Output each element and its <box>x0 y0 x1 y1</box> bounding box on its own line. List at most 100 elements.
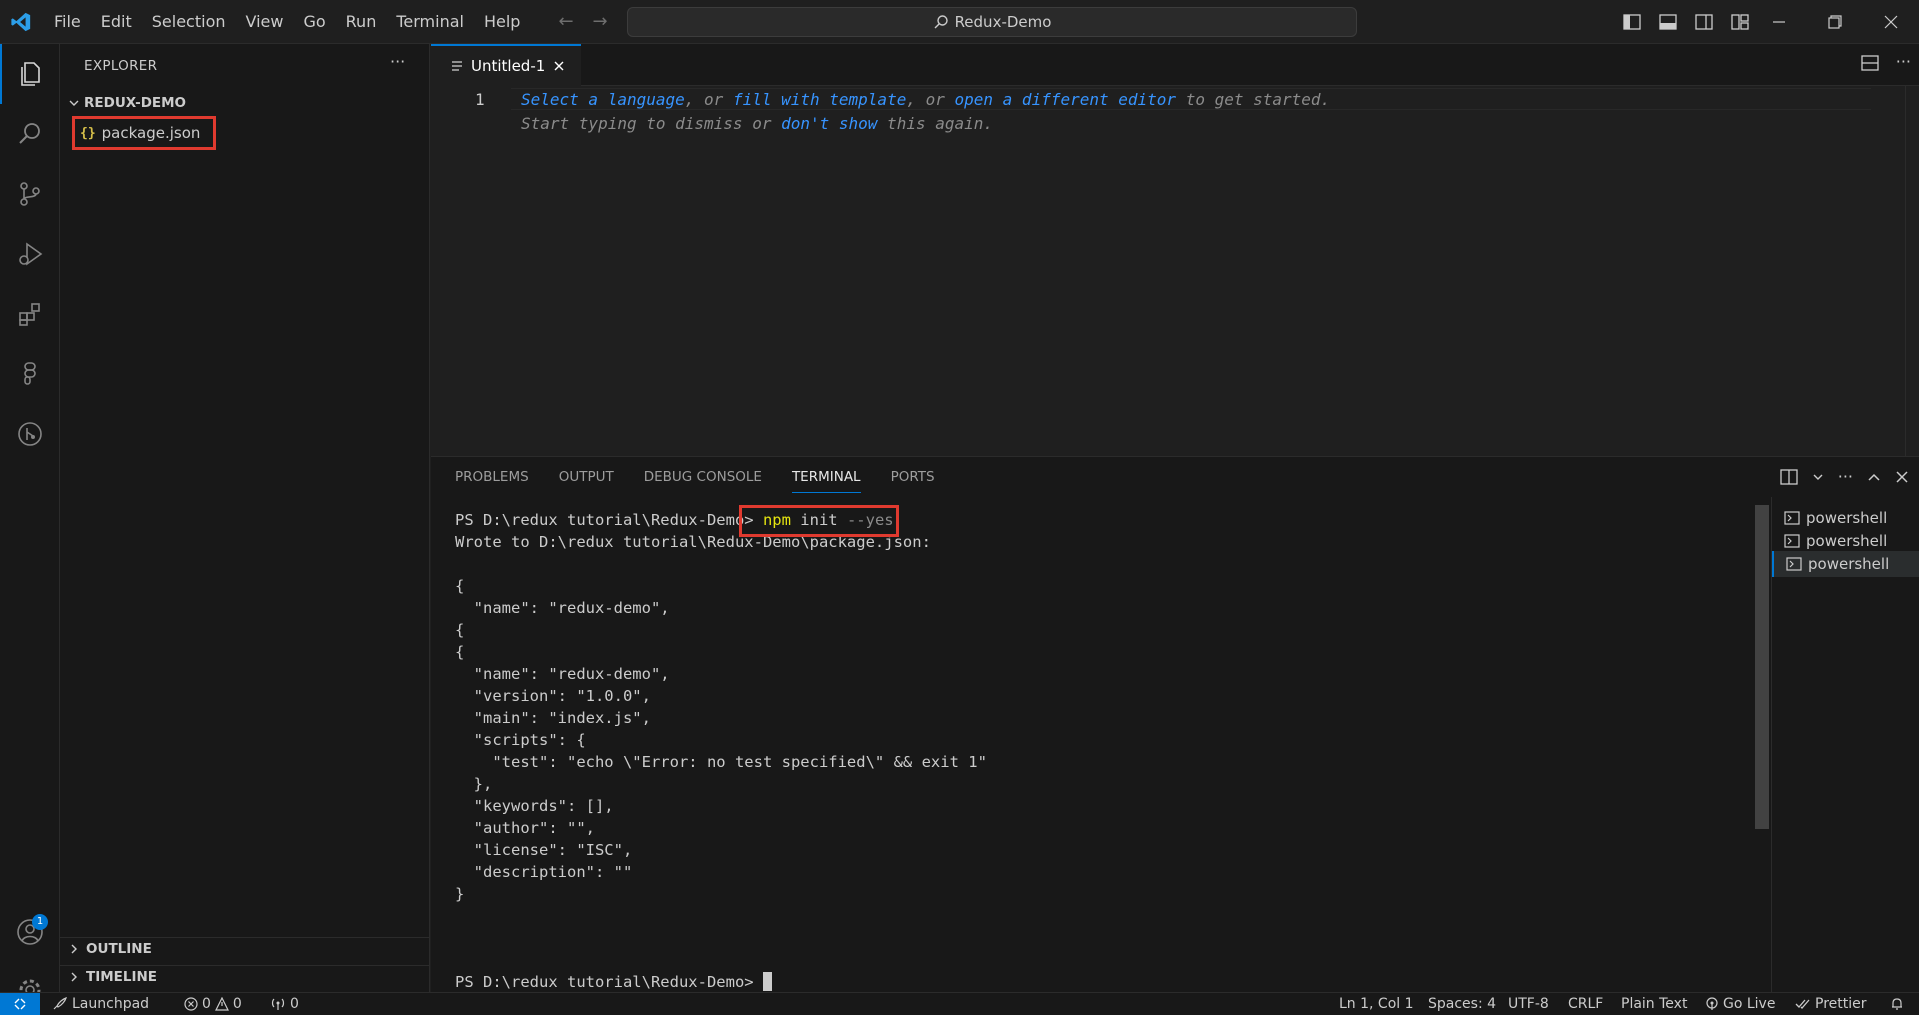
dont-show-link[interactable]: don't show <box>781 114 877 133</box>
end-of-line[interactable]: CRLF <box>1568 993 1603 1015</box>
search-icon <box>934 15 948 29</box>
close-window-icon[interactable] <box>1863 0 1919 44</box>
menu-go[interactable]: Go <box>293 0 335 44</box>
figma-icon[interactable] <box>0 344 60 404</box>
chevron-right-icon <box>71 972 77 981</box>
fill-template-link[interactable]: fill with template <box>733 90 906 109</box>
command-center-search[interactable]: Redux-Demo <box>627 7 1357 37</box>
chevron-down-icon <box>69 100 79 106</box>
menu-view[interactable]: View <box>236 0 294 44</box>
tab-debug-console[interactable]: DEBUG CONSOLE <box>644 469 762 493</box>
prettier-label: Prettier <box>1815 996 1867 1012</box>
tab-untitled-1[interactable]: Untitled-1 <box>431 44 581 86</box>
editor-hint-line-2: Start typing to dismiss or don't show th… <box>521 114 993 133</box>
more-actions-icon[interactable]: ··· <box>1838 467 1853 486</box>
menu-file[interactable]: File <box>44 0 91 44</box>
timeline-label: TIMELINE <box>86 968 158 985</box>
tab-label: Untitled-1 <box>471 57 546 75</box>
indentation[interactable]: Spaces: 4 <box>1428 993 1496 1015</box>
source-control-icon[interactable] <box>0 164 60 224</box>
timeline-section[interactable]: TIMELINE <box>60 965 429 987</box>
toggle-secondary-sidebar-icon[interactable] <box>1692 10 1716 34</box>
close-tab-icon[interactable] <box>553 60 565 72</box>
tab-ports[interactable]: PORTS <box>891 469 935 493</box>
terminal-line: ​ <box>455 553 987 575</box>
search-icon[interactable] <box>0 104 60 164</box>
prettier-item[interactable]: Prettier <box>1795 993 1867 1015</box>
tab-terminal[interactable]: TERMINAL <box>791 469 861 493</box>
restore-icon[interactable] <box>1807 0 1863 44</box>
explorer-icon[interactable] <box>0 44 60 104</box>
tab-output[interactable]: OUTPUT <box>559 469 614 493</box>
go-live-label: Go Live <box>1723 996 1776 1012</box>
menu-bar: File Edit Selection View Go Run Terminal… <box>44 0 530 44</box>
terminal-scrollbar[interactable] <box>1755 505 1769 989</box>
terminal-icon <box>1786 557 1802 571</box>
ports-item[interactable]: 0 <box>270 993 299 1015</box>
more-actions-icon[interactable]: ··· <box>1896 52 1911 71</box>
editor-hint-line-1: Select a language, or fill with template… <box>521 90 1330 109</box>
more-actions-icon[interactable]: ··· <box>390 52 405 71</box>
split-editor-icon[interactable] <box>1861 54 1879 72</box>
terminal-prompt: PS D:\redux tutorial\Redux-Demo> <box>455 973 754 991</box>
toggle-panel-icon[interactable] <box>1656 10 1680 34</box>
editor-scrollbar[interactable] <box>1905 86 1919 456</box>
terminal-list: powershell powershell powershell <box>1771 497 1919 993</box>
select-language-link[interactable]: Select a language <box>521 90 685 109</box>
broadcast-icon <box>1706 997 1718 1010</box>
terminal-instance-label: powershell <box>1806 509 1888 527</box>
menu-selection[interactable]: Selection <box>142 0 236 44</box>
terminal-instance-3[interactable]: powershell <box>1772 551 1919 577</box>
split-terminal-icon[interactable] <box>1780 468 1798 486</box>
accounts-icon[interactable]: 1 <box>0 902 60 962</box>
outline-section[interactable]: OUTLINE <box>60 937 429 959</box>
back-arrow-icon[interactable]: ← <box>556 12 576 32</box>
menu-run[interactable]: Run <box>336 0 387 44</box>
accounts-badge: 1 <box>32 914 48 930</box>
minimize-icon[interactable] <box>1751 0 1807 44</box>
file-name: package.json <box>101 124 201 142</box>
tab-problems[interactable]: PROBLEMS <box>455 469 529 493</box>
git-graph-icon[interactable] <box>0 404 60 464</box>
terminal-scroll-thumb[interactable] <box>1755 505 1769 829</box>
terminal-line: { <box>455 621 465 639</box>
terminal-line: "scripts": { <box>455 731 586 749</box>
terminal-line: ​ <box>455 905 987 927</box>
close-panel-icon[interactable] <box>1895 470 1909 484</box>
encoding[interactable]: UTF-8 <box>1508 993 1549 1015</box>
terminal-output[interactable]: PS D:\redux tutorial\Redux-Demo> npm ini… <box>455 509 987 993</box>
editor-tabs: Untitled-1 ··· <box>431 44 1919 86</box>
menu-edit[interactable]: Edit <box>91 0 142 44</box>
warning-icon <box>214 997 229 1011</box>
terminal-line: { <box>455 577 465 595</box>
status-bar: Launchpad 0 0 0 Ln 1, Col 1 Spaces: 4 UT… <box>0 992 1919 1015</box>
notifications-bell-icon[interactable] <box>1890 993 1904 1015</box>
extensions-icon[interactable] <box>0 284 60 344</box>
chevron-down-icon[interactable] <box>1812 471 1824 483</box>
terminal-line: "name": "redux-demo", <box>455 599 670 617</box>
problems-item[interactable]: 0 0 <box>184 993 242 1015</box>
rocket-icon <box>53 997 67 1010</box>
terminal-instance-label: powershell <box>1806 532 1888 550</box>
terminal-line: "author": "", <box>455 819 595 837</box>
bottom-panel: PROBLEMS OUTPUT DEBUG CONSOLE TERMINAL P… <box>431 456 1919 993</box>
customize-layout-icon[interactable] <box>1728 10 1752 34</box>
cursor-position[interactable]: Ln 1, Col 1 <box>1339 993 1414 1015</box>
remote-indicator-icon[interactable] <box>0 993 40 1015</box>
language-mode[interactable]: Plain Text <box>1621 993 1687 1015</box>
run-debug-icon[interactable] <box>0 224 60 284</box>
toggle-primary-sidebar-icon[interactable] <box>1620 10 1644 34</box>
open-different-editor-link[interactable]: open a different editor <box>955 90 1177 109</box>
ports-count: 0 <box>290 996 299 1012</box>
panel-tabs: PROBLEMS OUTPUT DEBUG CONSOLE TERMINAL P… <box>455 469 935 493</box>
menu-help[interactable]: Help <box>474 0 530 44</box>
maximize-panel-icon[interactable] <box>1867 470 1881 484</box>
go-live-item[interactable]: Go Live <box>1705 993 1775 1015</box>
launchpad-item[interactable]: Launchpad <box>52 993 149 1015</box>
file-package-json[interactable]: {} package.json <box>72 116 216 150</box>
forward-arrow-icon[interactable]: → <box>590 12 610 32</box>
folder-header[interactable]: REDUX-DEMO <box>68 92 186 114</box>
editor-area: Untitled-1 ··· 1 Select a language, or f… <box>431 44 1919 456</box>
menu-terminal[interactable]: Terminal <box>386 0 474 44</box>
command-center-label: Redux-Demo <box>954 13 1052 31</box>
